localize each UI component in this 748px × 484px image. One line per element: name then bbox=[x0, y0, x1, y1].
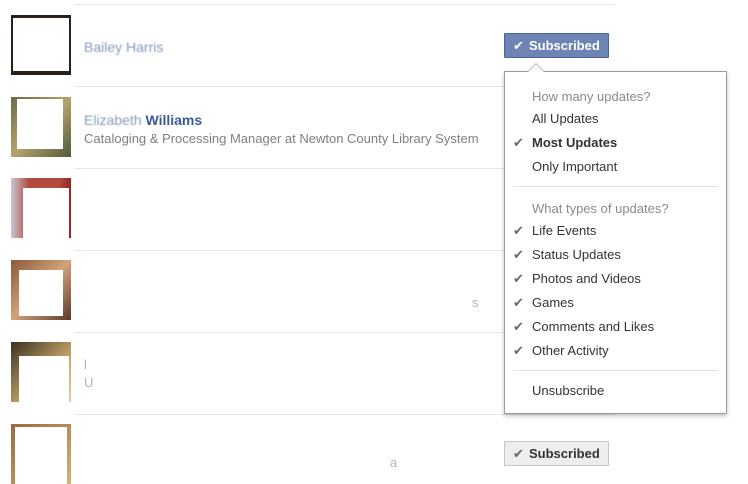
avatar[interactable] bbox=[11, 97, 71, 157]
menu-item-label: Comments and Likes bbox=[532, 319, 655, 334]
menu-separator bbox=[513, 186, 718, 187]
profile-name-blurred: Elizabeth bbox=[84, 112, 142, 128]
menu-item-life-events[interactable]: ✔ Life Events bbox=[505, 220, 726, 242]
subscribed-button-label: Subscribed bbox=[529, 38, 600, 53]
menu-item-all-updates[interactable]: All Updates bbox=[505, 108, 726, 130]
checkmark-icon: ✔ bbox=[513, 319, 524, 334]
menu-item-label: Other Activity bbox=[532, 343, 609, 358]
menu-item-unsubscribe[interactable]: Unsubscribe bbox=[505, 380, 726, 402]
checkmark-icon: ✔ bbox=[513, 271, 524, 286]
menu-item-comments-and-likes[interactable]: ✔ Comments and Likes bbox=[505, 316, 726, 338]
blurred-text: U bbox=[84, 375, 94, 390]
blurred-text: l bbox=[84, 357, 87, 372]
profile-name[interactable]: Bailey Harris bbox=[84, 39, 163, 55]
avatar[interactable] bbox=[11, 342, 71, 402]
checkmark-icon: ✔ bbox=[513, 247, 524, 262]
subscribed-button-label: Subscribed bbox=[529, 446, 600, 461]
profile-name-text: Bailey Harris bbox=[84, 39, 164, 55]
checkmark-icon: ✔ bbox=[513, 38, 524, 53]
menu-item-label: Only Important bbox=[532, 159, 618, 174]
profile-subtitle: Cataloging & Processing Manager at Newto… bbox=[84, 131, 479, 146]
menu-item-games[interactable]: ✔ Games bbox=[505, 292, 726, 314]
subscribed-button[interactable]: ✔ Subscribed bbox=[504, 441, 609, 466]
blurred-text: a bbox=[390, 455, 398, 470]
subscription-settings-menu: How many updates? All Updates ✔ Most Upd… bbox=[504, 63, 727, 414]
menu-item-status-updates[interactable]: ✔ Status Updates bbox=[505, 244, 726, 266]
profile-name[interactable]: Elizabeth Williams bbox=[84, 112, 202, 128]
menu-item-label: Games bbox=[532, 295, 574, 310]
list-item: a ✔ Subscribed bbox=[0, 415, 615, 484]
profile-name-text: Williams bbox=[145, 112, 203, 128]
menu-separator bbox=[513, 370, 718, 371]
menu-item-photos-and-videos[interactable]: ✔ Photos and Videos bbox=[505, 268, 726, 290]
checkmark-icon: ✔ bbox=[513, 295, 524, 310]
blurred-text: s bbox=[472, 295, 479, 310]
checkmark-icon: ✔ bbox=[513, 223, 524, 238]
menu-item-label: All Updates bbox=[532, 111, 599, 126]
menu-heading-types: What types of updates? bbox=[532, 201, 669, 216]
menu-heading-frequency: How many updates? bbox=[532, 89, 651, 104]
menu-item-label: Unsubscribe bbox=[532, 383, 605, 398]
menu-item-label: Status Updates bbox=[532, 247, 621, 262]
avatar[interactable] bbox=[11, 15, 71, 75]
avatar[interactable] bbox=[11, 424, 71, 484]
menu-item-label: Life Events bbox=[532, 223, 597, 238]
subscribed-button[interactable]: ✔ Subscribed bbox=[504, 33, 609, 58]
checkmark-icon: ✔ bbox=[513, 446, 524, 461]
menu-caret-fill bbox=[528, 64, 544, 72]
avatar[interactable] bbox=[11, 260, 71, 320]
menu-item-label: Photos and Videos bbox=[532, 271, 641, 286]
menu-item-most-updates[interactable]: ✔ Most Updates bbox=[505, 132, 726, 154]
menu-item-label: Most Updates bbox=[532, 135, 618, 150]
checkmark-icon: ✔ bbox=[513, 343, 524, 358]
menu-item-other-activity[interactable]: ✔ Other Activity bbox=[505, 340, 726, 362]
checkmark-icon: ✔ bbox=[513, 135, 524, 150]
avatar[interactable] bbox=[11, 178, 71, 238]
menu-item-only-important[interactable]: Only Important bbox=[505, 156, 726, 178]
